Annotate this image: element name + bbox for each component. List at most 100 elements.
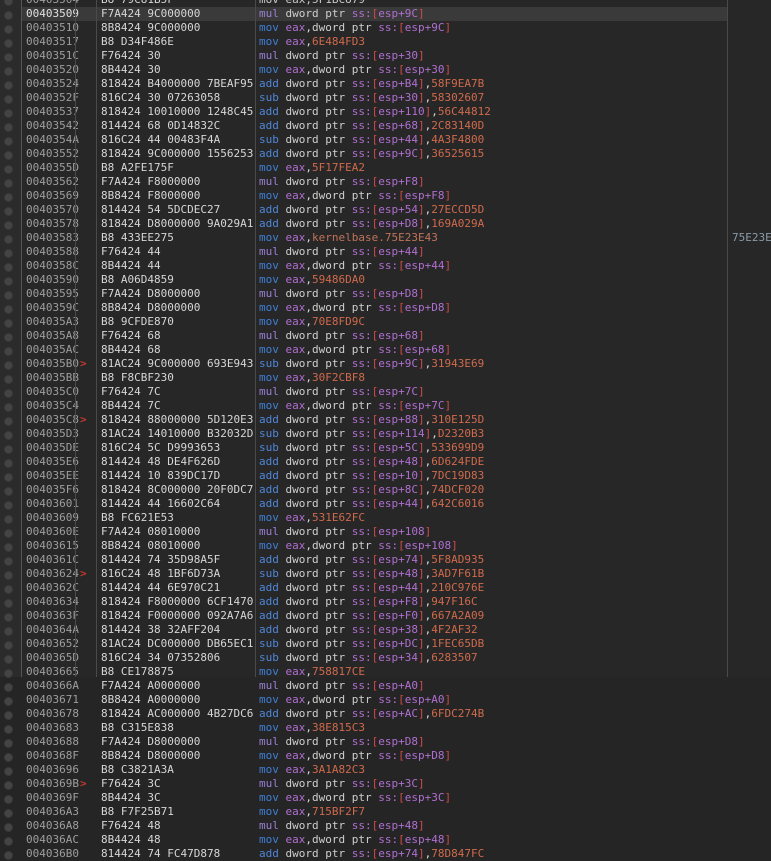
instruction-row[interactable]: 0040359C 8B8424 D8000000 mov eax,dword ptr…: [0, 301, 771, 315]
instruction-row[interactable]: 0040351C F76424 30 mul dword ptr ss:[esp+3…: [0, 49, 771, 63]
breakpoint-dot-icon[interactable]: [4, 515, 13, 524]
breakpoint-dot-icon[interactable]: [4, 725, 13, 734]
instruction-row[interactable]: 004035B0 >81AC24 9C000000 693E9431 sub dwo…: [0, 357, 771, 371]
instruction-row[interactable]: 00403601 814424 44 16602C64 add dword ptr …: [0, 497, 771, 511]
breakpoint-dot-icon[interactable]: [4, 683, 13, 692]
instruction-row[interactable]: 00403569 8B8424 F8000000 mov eax,dword ptr…: [0, 189, 771, 203]
instruction-row[interactable]: 00403517 B8 D34F486E mov eax,6E484FD3: [0, 35, 771, 49]
breakpoint-dot-icon[interactable]: [4, 319, 13, 328]
breakpoint-dot-icon[interactable]: [4, 543, 13, 552]
breakpoint-dot-icon[interactable]: [4, 711, 13, 720]
instruction-row[interactable]: 00403542 814424 68 0D14832C add dword ptr …: [0, 119, 771, 133]
instruction-row[interactable]: 004035C8 >818424 88000000 5D120E31 add dwo…: [0, 413, 771, 427]
breakpoint-dot-icon[interactable]: [4, 571, 13, 580]
breakpoint-dot-icon[interactable]: [4, 473, 13, 482]
breakpoint-dot-icon[interactable]: [4, 697, 13, 706]
instruction-row[interactable]: 00403671 8B8424 A0000000 mov eax,dword ptr…: [0, 693, 771, 707]
instruction-row[interactable]: 00403624 >816C24 48 1BF6D73A sub dword ptr…: [0, 567, 771, 581]
breakpoint-dot-icon[interactable]: [4, 67, 13, 76]
breakpoint-dot-icon[interactable]: [4, 109, 13, 118]
instruction-row-partial[interactable]: 00403504 B8 79C81B5F mov eax,5F1BC879: [0, 0, 771, 7]
breakpoint-dot-icon[interactable]: [4, 445, 13, 454]
instruction-row[interactable]: 0040368F 8B8424 D8000000 mov eax,dword ptr…: [0, 749, 771, 763]
instruction-row[interactable]: 00403552 818424 9C000000 15562536 add dwor…: [0, 147, 771, 161]
instruction-row[interactable]: 004035DE 816C24 5C D9993653 sub dword ptr …: [0, 441, 771, 455]
instruction-row[interactable]: 004036AC 8B4424 48 mov eax,dword ptr ss:[e…: [0, 833, 771, 847]
breakpoint-dot-icon[interactable]: [4, 375, 13, 384]
instruction-row[interactable]: 004035BB B8 F8CBF230 mov eax,30F2CBF8: [0, 371, 771, 385]
instruction-row[interactable]: 004035AC 8B4424 68 mov eax,dword ptr ss:[e…: [0, 343, 771, 357]
breakpoint-dot-icon[interactable]: [4, 151, 13, 160]
instruction-row[interactable]: 0040369B > F76424 3C mul dword ptr ss:[esp+…: [0, 777, 771, 791]
breakpoint-dot-icon[interactable]: [4, 837, 13, 846]
instruction-row[interactable]: 00403609 B8 FC621E53 mov eax,531E62FC: [0, 511, 771, 525]
breakpoint-dot-icon[interactable]: [4, 333, 13, 342]
instruction-row[interactable]: 00403652 81AC24 DC000000 DB65EC1F sub dwor…: [0, 637, 771, 651]
breakpoint-dot-icon[interactable]: [4, 781, 13, 790]
breakpoint-dot-icon[interactable]: [4, 123, 13, 132]
instruction-row[interactable]: 0040361C 814424 74 35D98A5F add dword ptr …: [0, 553, 771, 567]
breakpoint-dot-icon[interactable]: [4, 613, 13, 622]
breakpoint-dot-icon[interactable]: [4, 599, 13, 608]
breakpoint-dot-icon[interactable]: [4, 207, 13, 216]
breakpoint-dot-icon[interactable]: [4, 95, 13, 104]
instruction-row[interactable]: 00403578 818424 D8000000 9A029A16 add dwor…: [0, 217, 771, 231]
breakpoint-dot-icon[interactable]: [4, 179, 13, 188]
instruction-row[interactable]: 00403510 8B8424 9C000000 mov eax,dword ptr…: [0, 21, 771, 35]
instruction-row[interactable]: 004035EE 814424 10 839DC17D add dword ptr …: [0, 469, 771, 483]
breakpoint-dot-icon[interactable]: [4, 851, 13, 860]
instruction-row[interactable]: 00403615 8B8424 08010000 mov eax,dword ptr…: [0, 539, 771, 553]
instruction-row[interactable]: 004035A3 B8 9CFDE870 mov eax,70E8FD9C: [0, 315, 771, 329]
instruction-row[interactable]: 00403562 F7A424 F8000000 mul dword ptr ss:…: [0, 175, 771, 189]
breakpoint-dot-icon[interactable]: [4, 0, 13, 6]
breakpoint-dot-icon[interactable]: [4, 487, 13, 496]
breakpoint-dot-icon[interactable]: [4, 403, 13, 412]
instruction-row[interactable]: 00403696 B8 C3821A3A mov eax,3A1A82C3: [0, 763, 771, 777]
instruction-row[interactable]: 00403595 F7A424 D8000000 mul dword ptr ss:…: [0, 287, 771, 301]
breakpoint-dot-icon[interactable]: [4, 809, 13, 818]
breakpoint-dot-icon[interactable]: [4, 753, 13, 762]
instruction-row[interactable]: 004035A8 F76424 68 mul dword ptr ss:[esp+6…: [0, 329, 771, 343]
breakpoint-dot-icon[interactable]: [4, 249, 13, 258]
instruction-row[interactable]: 004036B0 814424 74 FC47D878 add dword ptr …: [0, 847, 771, 861]
breakpoint-dot-icon[interactable]: [4, 25, 13, 34]
instruction-row[interactable]: 004035C4 8B4424 7C mov eax,dword ptr ss:[e…: [0, 399, 771, 413]
breakpoint-dot-icon[interactable]: [4, 137, 13, 146]
instruction-row[interactable]: 0040366A F7A424 A0000000 mul dword ptr ss:…: [0, 679, 771, 693]
instruction-row[interactable]: 0040354A 816C24 44 00483F4A sub dword ptr …: [0, 133, 771, 147]
breakpoint-dot-icon[interactable]: [4, 235, 13, 244]
instruction-row[interactable]: 00403634 818424 F8000000 6CF14709 add dwor…: [0, 595, 771, 609]
instruction-row[interactable]: 0040363F 818424 F0000000 092A7A66 add dwor…: [0, 609, 771, 623]
breakpoint-dot-icon[interactable]: [4, 655, 13, 664]
breakpoint-dot-icon[interactable]: [4, 767, 13, 776]
instruction-row[interactable]: 00403588 F76424 44 mul dword ptr ss:[esp+4…: [0, 245, 771, 259]
instruction-rows[interactable]: 00403504B8 79C81B5Fmov eax,5F1BC87900403…: [0, 0, 771, 861]
breakpoint-dot-icon[interactable]: [4, 795, 13, 804]
breakpoint-dot-icon[interactable]: [4, 347, 13, 356]
breakpoint-dot-icon[interactable]: [4, 291, 13, 300]
breakpoint-dot-icon[interactable]: [4, 53, 13, 62]
breakpoint-dot-icon[interactable]: [4, 417, 13, 426]
instruction-row[interactable]: 00403524 818424 B4000000 7BEAF958 add dwor…: [0, 77, 771, 91]
instruction-row[interactable]: 0040360E F7A424 08010000 mul dword ptr ss:…: [0, 525, 771, 539]
breakpoint-dot-icon[interactable]: [4, 11, 13, 20]
instruction-row[interactable]: 004035C0 F76424 7C mul dword ptr ss:[esp+7…: [0, 385, 771, 399]
breakpoint-dot-icon[interactable]: [4, 585, 13, 594]
instruction-row[interactable]: 00403683 B8 C315E838 mov eax,38E815C3: [0, 721, 771, 735]
disassembly-view[interactable]: 00403504B8 79C81B5Fmov eax,5F1BC87900403…: [0, 0, 771, 860]
breakpoint-dot-icon[interactable]: [4, 431, 13, 440]
instruction-row[interactable]: 00403509 F7A424 9C000000 mul dword ptr ss:…: [0, 7, 771, 21]
instruction-row[interactable]: 004036A8 F76424 48 mul dword ptr ss:[esp+4…: [0, 819, 771, 833]
instruction-row[interactable]: 00403590 B8 A06D4859 mov eax,59486DA0: [0, 273, 771, 287]
instruction-row[interactable]: 0040364A 814424 38 32AFF204 add dword ptr …: [0, 623, 771, 637]
instruction-row[interactable]: 00403537 818424 10010000 1248C456 add dwor…: [0, 105, 771, 119]
instruction-row[interactable]: 0040362C 814424 44 6E970C21 add dword ptr …: [0, 581, 771, 595]
instruction-row[interactable]: 00403583 B8 433EE275 mov eax,kernelbase.75…: [0, 231, 771, 245]
instruction-row[interactable]: 00403520 8B4424 30 mov eax,dword ptr ss:[e…: [0, 63, 771, 77]
breakpoint-dot-icon[interactable]: [4, 81, 13, 90]
breakpoint-dot-icon[interactable]: [4, 263, 13, 272]
breakpoint-dot-icon[interactable]: [4, 459, 13, 468]
breakpoint-dot-icon[interactable]: [4, 641, 13, 650]
breakpoint-dot-icon[interactable]: [4, 627, 13, 636]
breakpoint-dot-icon[interactable]: [4, 39, 13, 48]
